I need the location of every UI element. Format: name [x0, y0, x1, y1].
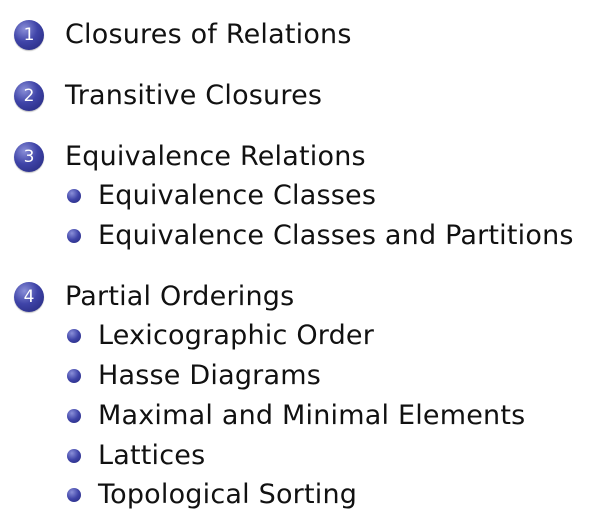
section-number-badge: 3	[14, 142, 44, 172]
toc-subsection-4-2[interactable]: Hasse Diagrams	[67, 357, 321, 395]
section-number-badge: 4	[14, 282, 44, 312]
toc-subsection-4-1[interactable]: Lexicographic Order	[67, 317, 374, 355]
subsection-title: Hasse Diagrams	[98, 360, 321, 391]
section-title: Closures of Relations	[65, 19, 352, 50]
section-number-badge: 1	[14, 20, 44, 50]
subsection-title: Equivalence Classes	[98, 180, 377, 211]
subsection-title: Lexicographic Order	[98, 320, 375, 351]
section-title: Equivalence Relations	[65, 141, 366, 172]
toc-subsection-4-4[interactable]: Lattices	[67, 437, 205, 475]
bullet-icon	[67, 488, 81, 502]
toc-section-4[interactable]: 4 Partial Orderings	[14, 277, 294, 317]
toc-subsection-3-1[interactable]: Equivalence Classes	[67, 177, 376, 215]
bullet-icon	[67, 449, 81, 463]
subsection-title: Maximal and Minimal Elements	[98, 400, 526, 431]
bullet-icon	[67, 189, 81, 203]
bullet-icon	[67, 369, 81, 383]
subsection-title: Topological Sorting	[98, 479, 358, 510]
section-title: Transitive Closures	[65, 80, 323, 111]
toc-subsection-3-2[interactable]: Equivalence Classes and Partitions	[67, 217, 574, 255]
toc-subsection-4-3[interactable]: Maximal and Minimal Elements	[67, 397, 525, 435]
toc-section-3[interactable]: 3 Equivalence Relations	[14, 137, 366, 177]
bullet-icon	[67, 229, 81, 243]
section-title: Partial Orderings	[65, 281, 295, 312]
toc-subsection-4-5[interactable]: Topological Sorting	[67, 476, 357, 514]
subsection-title: Lattices	[98, 440, 206, 471]
bullet-icon	[67, 329, 81, 343]
table-of-contents: 1 Closures of Relations 2 Transitive Clo…	[0, 0, 611, 525]
section-number-badge: 2	[14, 81, 44, 111]
toc-section-2[interactable]: 2 Transitive Closures	[14, 76, 322, 116]
subsection-title: Equivalence Classes and Partitions	[98, 220, 574, 251]
bullet-icon	[67, 409, 81, 423]
toc-section-1[interactable]: 1 Closures of Relations	[14, 15, 352, 55]
